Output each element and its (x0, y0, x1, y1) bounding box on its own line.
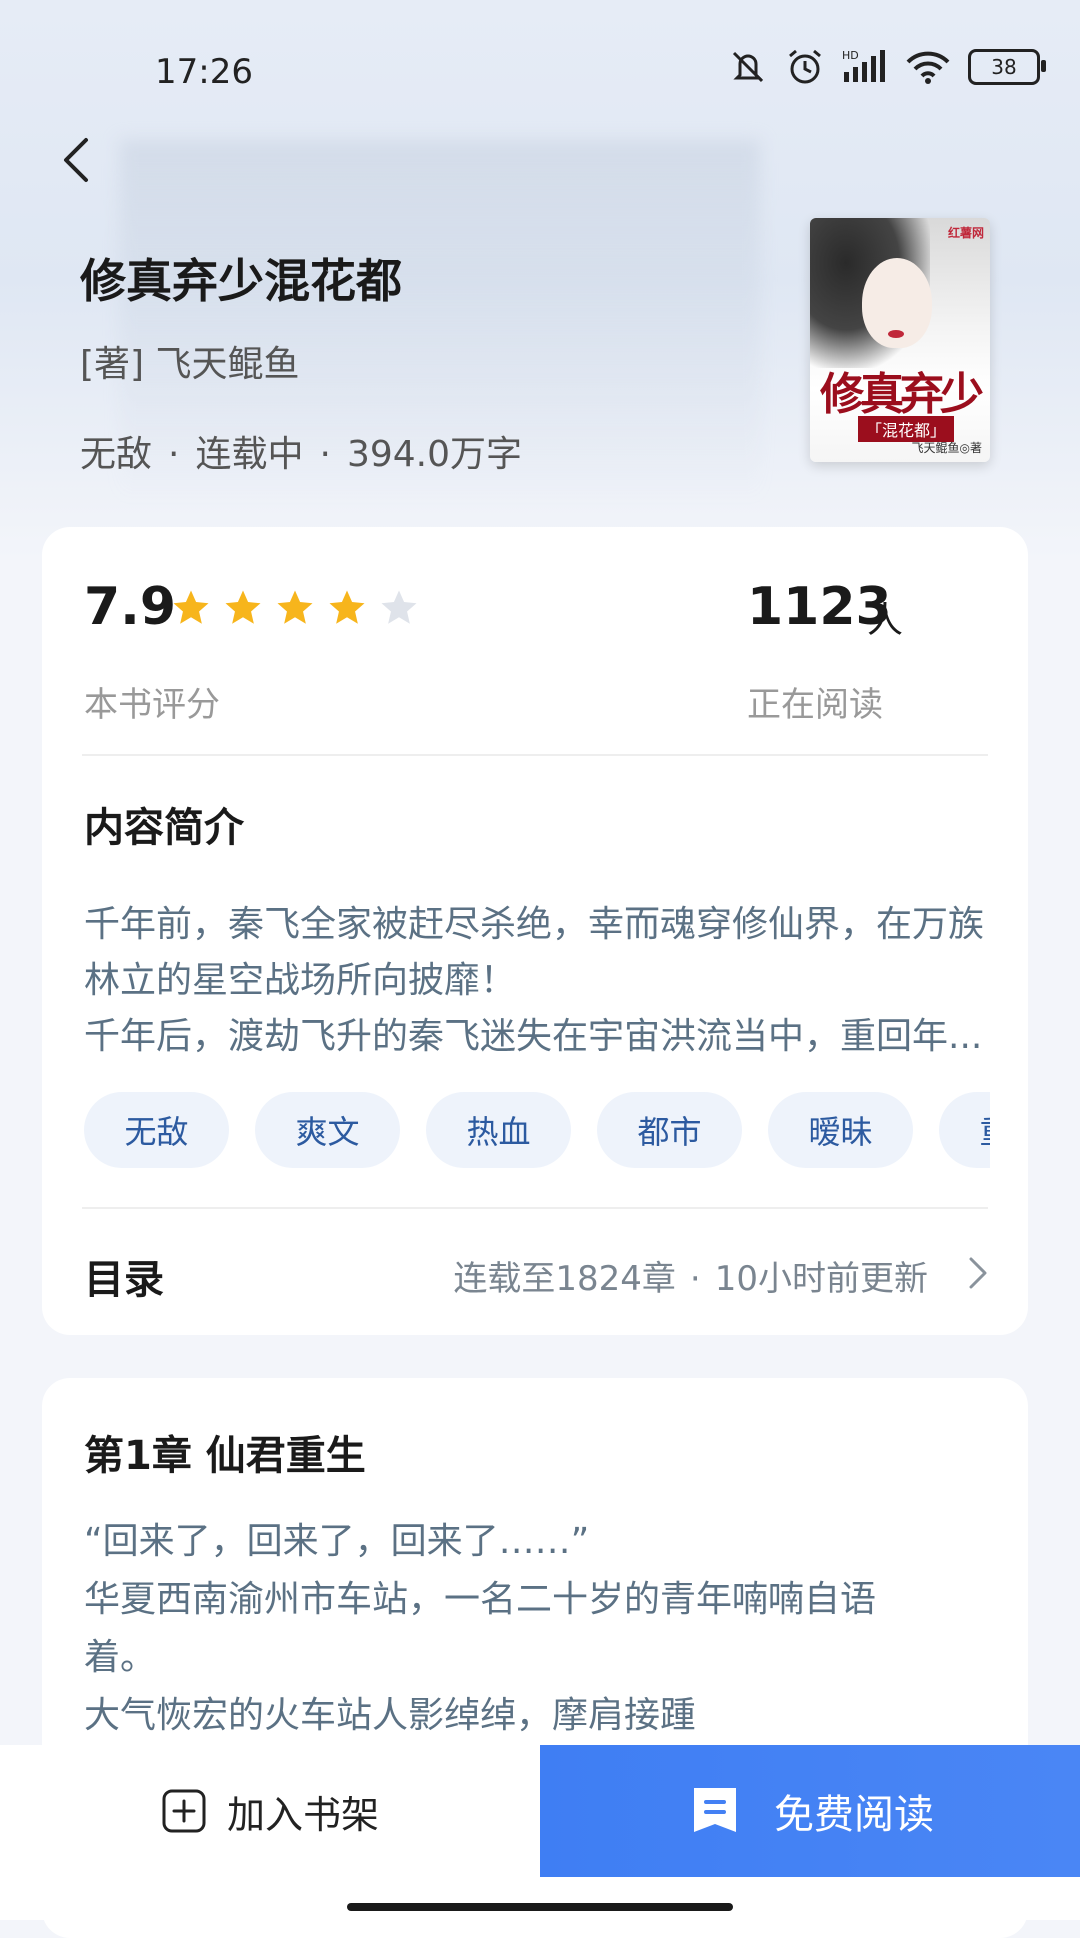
cover-author: 飞天鲲鱼◎著 (911, 441, 982, 455)
divider (82, 754, 988, 756)
table-of-contents-row[interactable]: 目录 连载至1824章 · 10小时前更新 (42, 1207, 1028, 1335)
status-time: 17:26 (155, 52, 253, 92)
toc-updated: 10小时前更新 (714, 1259, 928, 1299)
tag-list[interactable]: 无敌 爽文 热血 都市 暧昧 重生 (84, 1092, 990, 1168)
alarm-icon (786, 48, 824, 86)
battery-icon: 38 (968, 49, 1046, 85)
cover-title: 修真弃少 (820, 369, 984, 420)
book-author[interactable]: [著] 飞天鲲鱼 (80, 335, 300, 387)
book-genre: 无敌 (80, 434, 153, 475)
star-filled-icon (173, 590, 209, 624)
toc-info: 连载至1824章 · 10小时前更新 (453, 1259, 928, 1299)
intro-line: 千年前，秦飞全家被赶尽杀绝，幸而魂穿修仙界，在万族 (84, 904, 985, 945)
chapter-text: “回来了，回来了，回来了……” 华夏西南渝州市车站，一名二十岁的青年喃喃自语 着… (84, 1513, 1004, 1745)
book-word-count: 394.0万字 (346, 434, 522, 475)
book-meta: 无敌 · 连载中 · 394.0万字 (80, 434, 522, 475)
chapter-line: 华夏西南渝州市车站，一名二十岁的青年喃喃自语 (84, 1579, 877, 1620)
star-filled-icon (329, 590, 365, 624)
intro-text[interactable]: 千年前，秦飞全家被赶尽杀绝，幸而魂穿修仙界，在万族 林立的星空战场所向披靡！ 千… (84, 897, 1014, 1065)
readers-label: 正在阅读 (747, 685, 883, 725)
wifi-icon (906, 50, 950, 84)
chevron-right-icon (969, 1257, 987, 1289)
star-filled-icon (225, 590, 261, 624)
intro-line: 林立的星空战场所向披靡！ (84, 960, 517, 1001)
free-read-button[interactable]: 免费阅读 (540, 1745, 1080, 1877)
intro-heading: 内容简介 (84, 805, 244, 851)
home-indicator[interactable] (347, 1903, 733, 1911)
bottom-action-bar: 加入书架 免费阅读 (0, 1745, 1080, 1920)
chapter-line: 大气恢宏的火车站人影绰绰，摩肩接踵 (84, 1695, 697, 1736)
book-info-card: 7.9 本书评分 1123 人 正在阅读 内容简介 千年前，秦飞全家被赶尽杀绝，… (42, 527, 1028, 1335)
toc-progress: 连载至1824章 (453, 1259, 676, 1299)
rating-stars (170, 587, 420, 629)
tag-chip[interactable]: 爽文 (255, 1092, 400, 1168)
status-bar: 17:26 HD 38 (0, 0, 1080, 140)
star-empty-icon (381, 590, 417, 624)
book-title: 修真弃少混花都 (80, 254, 402, 308)
readers-unit: 人 (867, 600, 904, 641)
tag-chip[interactable]: 暧昧 (768, 1092, 913, 1168)
book-cover: 红薯网 修真弃少 「混花都」 飞天鲲鱼◎著 (810, 218, 990, 462)
toc-label: 目录 (84, 1257, 164, 1303)
intro-line: 千年后，渡劫飞升的秦飞迷失在宇宙洪流当中，重回年... (84, 1016, 983, 1057)
mute-vibrate-icon (728, 49, 768, 85)
add-to-shelf-label: 加入书架 (226, 1792, 379, 1837)
add-square-icon (162, 1789, 206, 1833)
tag-chip[interactable]: 重生 (939, 1092, 990, 1168)
back-button[interactable] (50, 132, 106, 188)
tag-chip[interactable]: 无敌 (84, 1092, 229, 1168)
tag-chip[interactable]: 都市 (597, 1092, 742, 1168)
chapter-line: “回来了，回来了，回来了……” (84, 1521, 590, 1562)
rating-value: 7.9 (84, 577, 177, 637)
cover-publisher: 红薯网 (947, 226, 984, 240)
cellular-signal-icon: HD (842, 48, 888, 86)
tag-chip[interactable]: 热血 (426, 1092, 571, 1168)
chapter-line: 着。 (84, 1637, 157, 1678)
add-to-shelf-button[interactable]: 加入书架 (0, 1745, 540, 1877)
star-filled-icon (277, 590, 313, 624)
free-read-label: 免费阅读 (774, 1792, 934, 1838)
chevron-left-icon (64, 138, 88, 182)
book-icon (694, 1788, 736, 1832)
rating-label: 本书评分 (84, 685, 220, 725)
svg-text:HD: HD (842, 49, 859, 62)
book-status: 连载中 (195, 434, 304, 475)
chapter-title: 第1章 仙君重生 (84, 1433, 366, 1479)
